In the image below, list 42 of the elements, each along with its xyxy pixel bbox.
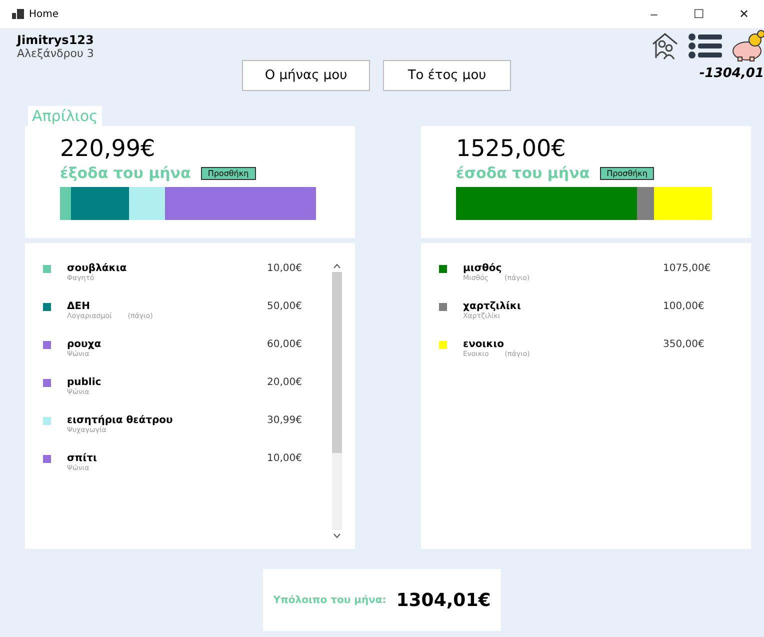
scroll-up-icon[interactable]	[333, 263, 341, 269]
item-amount: 30,99€	[267, 415, 302, 426]
add-button[interactable]: Προσθήκη	[600, 166, 654, 180]
item-name: public	[67, 377, 102, 388]
username: Jimitrys123	[17, 33, 95, 47]
item-amount: 100,00€	[663, 301, 704, 312]
close-button[interactable]: ✕	[724, 7, 764, 21]
item-amount: 60,00€	[267, 339, 302, 350]
balance-text: -1304,01	[699, 66, 764, 81]
menu-icon[interactable]	[688, 33, 722, 59]
item-amount: 1075,00€	[663, 263, 711, 274]
nav-button[interactable]: Ο μήνας μου	[242, 60, 370, 91]
scroll-down-icon[interactable]	[333, 533, 341, 539]
piggy-bank-icon[interactable]	[730, 30, 764, 62]
item-amount: 20,00€	[267, 377, 302, 388]
maximize-button[interactable]: ☐	[679, 7, 719, 21]
scrollbar[interactable]	[331, 263, 343, 539]
item-name: εισητήρια θεάτρου	[67, 415, 174, 426]
item-name: χαρτζιλίκι	[463, 301, 522, 312]
window-title: Home	[29, 8, 59, 20]
item-name: ΔΕΗ	[67, 301, 91, 312]
item-name: ρουχα	[67, 339, 102, 350]
add-button[interactable]: Προσθήκη	[200, 166, 256, 180]
summary-label: έξοδα του μήνα	[60, 164, 191, 182]
item-amount: 350,00€	[663, 339, 704, 350]
item-name: σπίτι	[67, 453, 98, 464]
item-name: μισθός	[463, 263, 503, 274]
remainder-label: Υπόλοιπο του μήνα:	[273, 594, 386, 606]
item-name: ενοικιο	[463, 339, 505, 350]
item-name: σουβλάκια	[67, 263, 128, 274]
item-amount: 10,00€	[267, 263, 302, 274]
family-house-icon[interactable]	[650, 31, 680, 61]
total-amount: 220,99€	[60, 136, 156, 162]
item-amount: 10,00€	[267, 453, 302, 464]
minimize-button[interactable]: –	[634, 7, 674, 21]
summary-label: έσοδα του μήνα	[456, 164, 590, 182]
nav-button[interactable]: Το έτος μου	[383, 60, 511, 91]
item-amount: 50,00€	[267, 301, 302, 312]
address: Αλεξάνδρου 3	[17, 47, 95, 60]
total-amount: 1525,00€	[456, 136, 567, 162]
remainder-value: 1304,01€	[396, 590, 491, 610]
app-icon	[12, 9, 24, 19]
